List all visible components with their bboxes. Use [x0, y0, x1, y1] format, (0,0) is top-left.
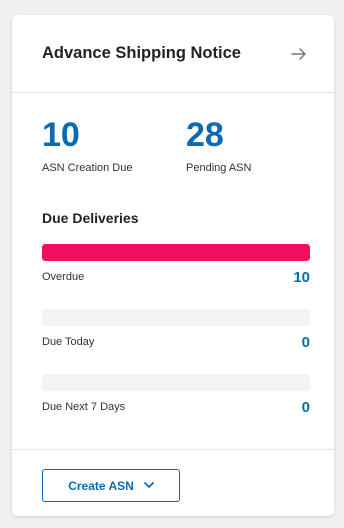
asn-card: Advance Shipping Notice 10 ASN Creation … [12, 15, 334, 516]
delivery-label: Overdue [42, 271, 85, 283]
create-asn-button[interactable]: Create ASN [42, 469, 180, 502]
arrow-right-icon[interactable] [290, 45, 308, 63]
delivery-item-overdue[interactable]: Overdue 10 [42, 244, 310, 293]
stat-label: ASN Creation Due [42, 162, 133, 174]
chevron-down-icon [143, 482, 154, 489]
stat-value: 28 [186, 116, 224, 154]
deliveries-list: Overdue 10 Due Today 0 Due Next 7 Days 0 [12, 226, 334, 423]
card-header: Advance Shipping Notice [12, 15, 334, 93]
delivery-count[interactable]: 0 [302, 334, 310, 351]
card-title: Advance Shipping Notice [42, 44, 241, 62]
progress-bar-track [42, 309, 310, 326]
stat-pending-asn[interactable]: 28 Pending ASN [186, 118, 330, 174]
progress-bar-track [42, 244, 310, 261]
section-title: Due Deliveries [42, 210, 139, 226]
card-footer: Create ASN [12, 449, 334, 502]
delivery-label: Due Next 7 Days [42, 401, 126, 413]
stat-label: Pending ASN [186, 162, 252, 174]
delivery-count[interactable]: 10 [293, 269, 310, 286]
progress-bar-track [42, 374, 310, 391]
delivery-row: Due Next 7 Days 0 [42, 391, 310, 423]
delivery-row: Due Today 0 [42, 326, 310, 358]
progress-bar-fill [42, 244, 310, 261]
delivery-item-due-today[interactable]: Due Today 0 [42, 309, 310, 358]
stat-asn-creation-due[interactable]: 10 ASN Creation Due [42, 118, 186, 174]
delivery-label: Due Today [42, 336, 95, 348]
stat-value: 10 [42, 116, 80, 154]
delivery-count[interactable]: 0 [302, 399, 310, 416]
stats-row: 10 ASN Creation Due 28 Pending ASN [12, 93, 334, 174]
create-asn-label: Create ASN [68, 478, 134, 493]
delivery-row: Overdue 10 [42, 261, 310, 293]
delivery-item-due-next-7-days[interactable]: Due Next 7 Days 0 [42, 374, 310, 423]
